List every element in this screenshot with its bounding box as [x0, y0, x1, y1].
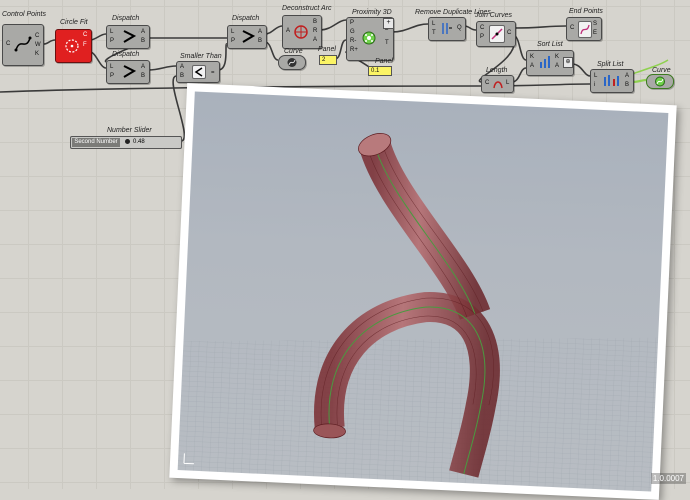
circle-fit-icon [65, 39, 79, 53]
curve-output-component[interactable] [646, 74, 674, 89]
sort-list-zoom-button[interactable]: ⊕ [563, 57, 573, 68]
proximity-3d-component[interactable]: P G R- R+ L T + [346, 17, 394, 61]
dispatch-1-icon [123, 30, 136, 43]
remove-duplicate-icon [442, 23, 452, 34]
ground-plane-grid [177, 337, 659, 492]
slider-name: Second Number [72, 138, 120, 147]
grasshopper-canvas[interactable]: Control Points C C W K Circle Fit C F Di… [0, 0, 690, 500]
smaller-than-label: Smaller Than [180, 53, 222, 60]
join-curves-icon [489, 25, 505, 43]
dispatch-3-icon [242, 30, 255, 43]
slider-value: 0.48 [133, 139, 145, 145]
smaller-than-icon [192, 65, 206, 79]
wire-circle-fit-to-dispatch-2 [89, 51, 107, 69]
second-number-slider[interactable]: Second Number 0.48 [70, 136, 182, 149]
rhino-viewport-capture [169, 83, 677, 500]
wire-dispatch-2-to-smaller [147, 65, 177, 71]
version-label: 1.0.0007 [650, 473, 686, 484]
wire-dispatch-3-to-deconstruct [264, 25, 283, 35]
wire-length-to-sortlist [511, 67, 527, 83]
viewport-inner [177, 91, 669, 492]
slider-knob[interactable] [125, 139, 130, 144]
sort-list-component[interactable]: KA KA ⊕ [526, 50, 574, 76]
dispatch-2-label: Dispatch [112, 51, 140, 58]
smaller-than-component[interactable]: AB = [176, 61, 220, 83]
dispatch-2-component[interactable]: LP AB [106, 60, 150, 84]
wire-slider-to-smaller [172, 75, 186, 142]
control-points-component[interactable]: C C W K [2, 24, 44, 66]
wire-proximity-to-remove [391, 23, 429, 33]
panel-2-label: Panel [375, 58, 393, 65]
dispatch-3-label: Dispatch [232, 15, 260, 22]
split-list-component[interactable]: Li AB [590, 69, 634, 93]
proximity-3d-icon [362, 31, 376, 45]
deconstruct-arc-icon [294, 25, 308, 39]
wire-split-to-curve [631, 78, 647, 84]
circle-fit-label: Circle Fit [60, 19, 88, 26]
wire-sort-to-split [571, 63, 591, 77]
length-icon [493, 81, 503, 89]
sort-list-label: Sort List [537, 41, 563, 48]
panel-1[interactable]: 2 [319, 55, 337, 65]
split-list-icon [604, 75, 619, 86]
wire-join-to-endpoints [513, 25, 567, 29]
join-curves-label: Join Curves [475, 12, 512, 19]
panel-1-label: Panel [318, 46, 336, 53]
curve-output-icon [655, 76, 665, 87]
control-points-icon [14, 36, 32, 52]
panel-2[interactable]: 0.1 [368, 66, 392, 76]
circle-fit-component[interactable]: C F [55, 29, 92, 63]
viewport-scene [177, 133, 659, 492]
dispatch-1-label: Dispatch [112, 15, 140, 22]
remove-duplicate-lines-component[interactable]: LT Q [428, 17, 466, 41]
proximity-3d-label: Proximity 3D [352, 9, 392, 16]
dispatch-2-icon [123, 65, 136, 78]
number-slider-label: Number Slider [107, 127, 152, 134]
length-component[interactable]: C L [481, 75, 514, 93]
curve-param-component[interactable] [278, 55, 306, 70]
split-list-label: Split List [597, 61, 624, 68]
curve-output-label: Curve [652, 67, 671, 74]
curve-param-label: Curve [284, 48, 303, 55]
add-input-button[interactable]: + [383, 18, 394, 29]
wire-control-points-to-circle-fit [43, 39, 56, 45]
end-points-label: End Points [569, 8, 603, 15]
deconstruct-arc-label: Deconstruct Arc [282, 5, 332, 12]
sort-list-icon [540, 56, 550, 68]
join-curves-component[interactable]: CP C [476, 21, 516, 47]
control-points-label: Control Points [2, 11, 46, 18]
dispatch-1-component[interactable]: LP AB [106, 25, 150, 49]
wire-circle-fit-to-dispatch-1 [89, 33, 107, 41]
end-points-component[interactable]: C SE [566, 17, 602, 41]
curve-param-icon [287, 58, 297, 67]
wire-deconstruct-to-proximity [319, 19, 347, 31]
end-points-icon [578, 21, 592, 38]
deconstruct-arc-component[interactable]: A B R A [282, 15, 322, 49]
dispatch-3-component[interactable]: LP AB [227, 25, 267, 49]
length-label: Length [486, 67, 508, 74]
